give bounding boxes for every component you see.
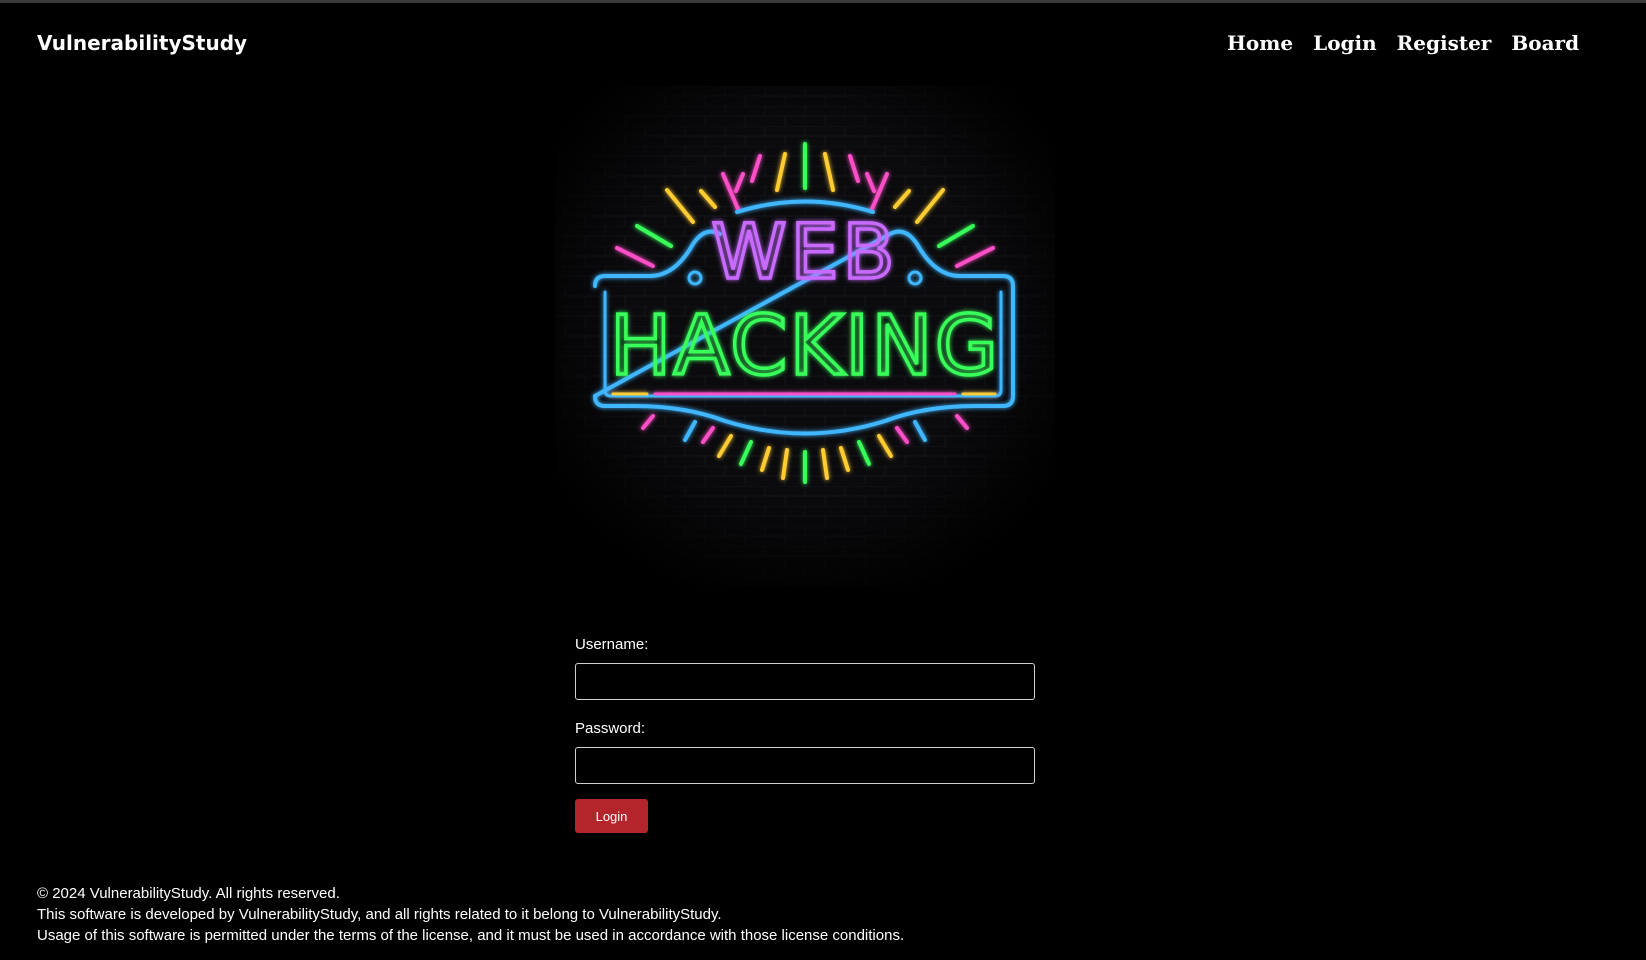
hero-image: WEB HACKING — [555, 86, 1055, 586]
footer-developer-notice: This software is developed by Vulnerabil… — [37, 906, 722, 923]
main-nav: Home Login Register Board — [1227, 31, 1579, 55]
neon-text-hacking: HACKING — [610, 299, 1000, 394]
password-label: Password: — [575, 720, 646, 737]
nav-home-link[interactable]: Home — [1227, 31, 1293, 55]
password-input[interactable] — [575, 747, 1035, 784]
nav-board-link[interactable]: Board — [1511, 31, 1579, 55]
neon-sign-graphic: WEB HACKING — [555, 86, 1055, 586]
site-header: VulnerabilityStudy Home Login Register B… — [0, 3, 1646, 85]
login-submit-button[interactable]: Login — [575, 799, 648, 833]
brand-logo[interactable]: VulnerabilityStudy — [37, 31, 247, 55]
site-footer: © 2024 VulnerabilityStudy. All rights re… — [37, 883, 1037, 946]
neon-text-web: WEB — [711, 207, 898, 296]
login-form: Username: Password: Login — [575, 636, 1035, 833]
footer-license-notice: Usage of this software is permitted unde… — [37, 927, 905, 944]
nav-register-link[interactable]: Register — [1397, 31, 1492, 55]
username-input[interactable] — [575, 663, 1035, 700]
footer-copyright: © 2024 VulnerabilityStudy. All rights re… — [37, 885, 340, 902]
username-label: Username: — [575, 636, 649, 653]
nav-login-link[interactable]: Login — [1313, 31, 1377, 55]
